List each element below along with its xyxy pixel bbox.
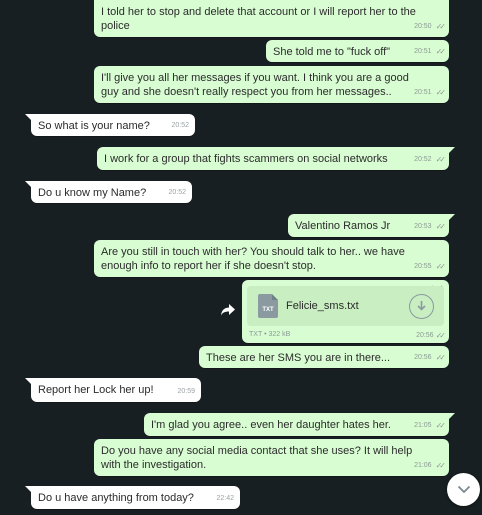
message-time: 20:55 (414, 263, 432, 270)
outgoing-message[interactable]: She told me to "fuck off" 20:51 ✓✓ (266, 40, 449, 62)
double-check-icon: ✓✓ (435, 461, 447, 470)
message-text: Are you still in touch with her? You sho… (101, 246, 405, 272)
outgoing-message[interactable]: These are her SMS you are in there... 20… (199, 346, 449, 368)
message-text: I told her to stop and delete that accou… (101, 6, 416, 32)
chevron-down-icon (457, 485, 471, 494)
file-preview[interactable]: TXT Felicie_sms.txt (247, 286, 444, 326)
outgoing-message[interactable]: I'll give you all her messages if you wa… (94, 66, 449, 103)
double-check-icon: ✓✓ (435, 331, 447, 340)
file-size: 322 kB (268, 331, 291, 338)
message-text: I'm glad you agree.. even her daughter h… (151, 419, 391, 431)
message-time: 20:52 (414, 156, 432, 163)
double-check-icon: ✓✓ (435, 155, 447, 164)
message-time: 21:05 (414, 422, 432, 429)
message-meta: 20:52 (171, 119, 189, 133)
message-meta: 20:52 ✓✓ (414, 153, 447, 167)
message-time: 20:53 (414, 223, 432, 230)
file-details: TXT • 322 kB (249, 331, 290, 340)
file-attachment-message[interactable]: TXT Felicie_sms.txt TXT • 322 kB 20:56 ✓… (242, 280, 449, 343)
message-meta: 20:56 ✓✓ (414, 351, 447, 365)
incoming-message[interactable]: Do u have anything from today? 22:42 (25, 486, 240, 509)
outgoing-message[interactable]: I told her to stop and delete that accou… (94, 0, 449, 37)
message-time: 20:51 (414, 89, 432, 96)
message-meta: 20:51 ✓✓ (414, 86, 447, 100)
message-text: I'll give you all her messages if you wa… (101, 72, 409, 98)
incoming-message[interactable]: Do u know my Name? 20:52 (25, 181, 192, 203)
outgoing-message[interactable]: Do you have any social media contact tha… (94, 439, 449, 476)
message-meta: 20:55 ✓✓ (414, 260, 447, 274)
message-meta: 20:51 ✓✓ (414, 45, 447, 59)
message-meta: 22:42 (216, 492, 234, 506)
file-footer: TXT • 322 kB 20:56 ✓✓ (249, 331, 447, 340)
message-text: Do u know my Name? (38, 187, 147, 199)
download-icon[interactable] (409, 293, 434, 319)
message-meta: 20:59 (177, 385, 195, 399)
message-text: Do you have any social media contact tha… (101, 445, 413, 471)
message-time: 20:56 (416, 332, 434, 339)
message-time: 20:52 (171, 122, 189, 129)
message-meta: 21:05 ✓✓ (414, 419, 447, 433)
txt-file-icon: TXT (258, 294, 278, 318)
file-type: TXT (249, 331, 263, 338)
outgoing-message[interactable]: Are you still in touch with her? You sho… (94, 240, 449, 277)
file-name: Felicie_sms.txt (286, 300, 359, 312)
double-check-icon: ✓✓ (435, 47, 447, 56)
double-check-icon: ✓✓ (435, 222, 447, 231)
outgoing-message[interactable]: Valentino Ramos Jr 20:53 ✓✓ (288, 214, 455, 237)
message-meta: 20:53 ✓✓ (414, 220, 447, 234)
message-text: Report her Lock her up! (38, 384, 154, 396)
message-meta: 20:56 ✓✓ (416, 331, 447, 340)
outgoing-message[interactable]: I'm glad you agree.. even her daughter h… (144, 413, 455, 436)
message-time: 20:50 (414, 23, 432, 30)
double-check-icon: ✓✓ (435, 353, 447, 362)
message-text: These are her SMS you are in there... (206, 352, 391, 364)
file-type-badge: TXT (262, 307, 274, 313)
message-text: I work for a group that fights scammers … (104, 153, 388, 165)
double-check-icon: ✓✓ (435, 262, 447, 271)
message-text: So what is your name? (38, 120, 150, 132)
double-check-icon: ✓✓ (435, 421, 447, 430)
separator: • (264, 331, 267, 338)
message-time: 20:56 (414, 354, 432, 361)
message-time: 21:06 (414, 462, 432, 469)
scroll-to-bottom-button[interactable] (447, 473, 480, 506)
double-check-icon: ✓✓ (435, 88, 447, 97)
message-time: 20:52 (168, 189, 186, 196)
message-text: Do u have anything from today? (38, 492, 194, 504)
forward-arrow-icon[interactable] (220, 303, 236, 320)
message-meta: 21:06 ✓✓ (414, 459, 447, 473)
message-meta: 20:50 ✓✓ (414, 20, 447, 34)
message-meta: 20:52 (168, 186, 186, 200)
message-time: 20:59 (177, 388, 195, 395)
message-time: 20:51 (414, 48, 432, 55)
double-check-icon: ✓✓ (435, 22, 447, 31)
message-time: 22:42 (216, 495, 234, 502)
incoming-message[interactable]: So what is your name? 20:52 (25, 114, 195, 136)
outgoing-message[interactable]: I work for a group that fights scammers … (97, 147, 455, 170)
incoming-message[interactable]: Report her Lock her up! 20:59 (25, 378, 201, 402)
